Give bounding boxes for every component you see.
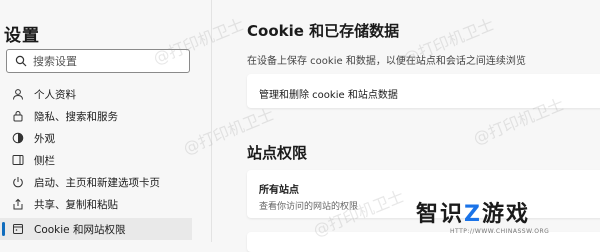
settings-sidebar: 设置 个人资料 隐私、搜索和服务 外观 侧栏 启动、主页和新建选项卡页 共享、复…: [0, 0, 212, 242]
sidebar-icon: [12, 155, 24, 165]
search-box[interactable]: [6, 49, 190, 73]
power-icon: [13, 177, 23, 188]
lock-icon: [13, 111, 23, 122]
manage-cookies-label: 管理和删除 cookie 和站点数据: [259, 90, 398, 101]
share-icon: [13, 198, 23, 210]
all-sites-description: 查看你访问的网站的权限: [259, 202, 359, 212]
sidebar-item-label: 侧栏: [34, 154, 55, 167]
sidebar-title: 设置: [4, 26, 40, 46]
appearance-icon: [12, 132, 24, 144]
section-title-permissions: 站点权限: [247, 144, 308, 162]
logo-text-left: 智识: [416, 202, 465, 227]
sidebar-item-label: Cookie 和网站权限: [34, 223, 126, 236]
sidebar-item-appearance[interactable]: 外观: [0, 127, 192, 149]
search-input[interactable]: [33, 53, 183, 69]
sidebar-item-privacy[interactable]: 隐私、搜索和服务: [0, 105, 192, 127]
logo-brand: 智识Z游戏: [416, 196, 530, 228]
manage-cookies-card[interactable]: 管理和删除 cookie 和站点数据: [247, 74, 600, 108]
section-description: 在设备上保存 cookie 和数据，以便在站点和会话之间连续浏览: [247, 56, 526, 67]
sidebar-item-startup[interactable]: 启动、主页和新建选项卡页: [0, 171, 192, 193]
logo-z: Z: [464, 202, 482, 227]
sidebar-item-cookies[interactable]: Cookie 和网站权限: [0, 218, 192, 240]
cookie-icon: [13, 224, 23, 234]
sidebar-item-sidebar[interactable]: 侧栏: [0, 149, 192, 171]
sidebar-item-label: 启动、主页和新建选项卡页: [34, 176, 160, 189]
logo-url: HTTP://WWW.CHINASSW.ORG: [450, 228, 550, 235]
sidebar-item-label: 隐私、搜索和服务: [34, 110, 118, 123]
sidebar-item-share[interactable]: 共享、复制和粘贴: [0, 193, 192, 215]
sidebar-item-profile[interactable]: 个人资料: [0, 83, 192, 105]
section-title-cookies: Cookie 和已存储数据: [247, 22, 400, 40]
logo-text-right: 游戏: [481, 202, 530, 227]
profile-icon: [13, 89, 23, 100]
search-icon: [15, 55, 27, 67]
sidebar-item-label: 个人资料: [34, 88, 76, 101]
site-logo: 智识Z游戏 HTTP://WWW.CHINASSW.ORG: [412, 190, 597, 240]
all-sites-title: 所有站点: [259, 185, 299, 196]
sidebar-item-label: 外观: [34, 132, 55, 145]
sidebar-item-label: 共享、复制和粘贴: [34, 198, 118, 211]
